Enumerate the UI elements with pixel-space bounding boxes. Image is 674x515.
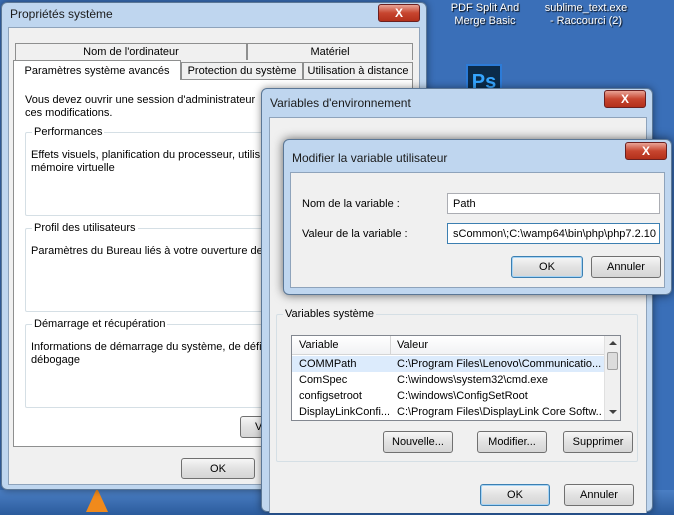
- close-icon: X: [394, 6, 403, 20]
- desktop-icon-sublime-label[interactable]: sublime_text.exe - Raccourci (2): [536, 2, 636, 28]
- system-properties-title: Propriétés système: [10, 7, 113, 21]
- edit-user-variable-cancel-button[interactable]: Annuler: [591, 256, 661, 278]
- user-profile-title: Profil des utilisateurs: [32, 222, 138, 234]
- row-name: COMMPath: [299, 358, 357, 370]
- row-value: C:\windows\ConfigSetRoot: [397, 390, 528, 402]
- environment-variables-ok-button[interactable]: OK: [480, 484, 550, 506]
- col-value[interactable]: Valeur: [397, 339, 428, 351]
- tab-system-protection[interactable]: Protection du système: [181, 62, 303, 79]
- variable-name-label: Nom de la variable :: [302, 198, 400, 210]
- environment-variables-cancel-label: Annuler: [580, 489, 618, 501]
- close-icon: X: [620, 92, 629, 106]
- row-name: ComSpec: [299, 374, 348, 386]
- system-variables-title: Variables système: [283, 308, 377, 320]
- startup-recovery-description: Informations de démarrage du système, de…: [31, 341, 262, 366]
- edit-user-variable-body: Nom de la variable : Path Valeur de la v…: [290, 172, 665, 288]
- table-row[interactable]: configsetroot C:\windows\ConfigSetRoot: [292, 388, 620, 404]
- edit-user-variable-dialog: Modifier la variable utilisateur X Nom d…: [283, 139, 672, 295]
- row-value: C:\Program Files\Lenovo\Communicatio...: [397, 358, 602, 370]
- tab-computer-name-label: Nom de l'ordinateur: [83, 46, 179, 58]
- performance-title: Performances: [32, 126, 105, 138]
- desktop-icon-pdf-split-label[interactable]: PDF Split And Merge Basic: [440, 2, 530, 28]
- close-icon: X: [641, 144, 650, 158]
- table-row[interactable]: COMMPath C:\Program Files\Lenovo\Communi…: [292, 356, 620, 372]
- tab-remote-label: Utilisation à distance: [307, 65, 409, 77]
- tab-computer-name[interactable]: Nom de l'ordinateur: [15, 43, 247, 60]
- environment-variables-title: Variables d'environnement: [270, 96, 411, 110]
- system-variables-group: Variables système Variable Valeur COMMPa…: [276, 308, 638, 462]
- scroll-up-icon[interactable]: [609, 341, 617, 345]
- list-scrollbar[interactable]: [604, 336, 620, 420]
- edit-user-variable-close-button[interactable]: X: [625, 142, 667, 160]
- tab-system-protection-label: Protection du système: [187, 65, 297, 77]
- performance-description: Effets visuels, planification du process…: [31, 149, 261, 174]
- row-value: C:\windows\system32\cmd.exe: [397, 374, 548, 386]
- variable-name-input[interactable]: Path: [447, 193, 660, 214]
- system-properties-close-button[interactable]: X: [378, 4, 420, 22]
- row-name: configsetroot: [299, 390, 362, 402]
- edit-variable-label: Modifier...: [488, 436, 536, 448]
- row-name: DisplayLinkConfi...: [299, 406, 389, 418]
- tab-hardware[interactable]: Matériel: [247, 43, 413, 60]
- table-row[interactable]: DisplayLinkConfi... C:\Program Files\Dis…: [292, 404, 620, 420]
- delete-variable-label: Supprimer: [572, 436, 624, 448]
- tab-hardware-label: Matériel: [310, 46, 350, 58]
- col-variable[interactable]: Variable: [299, 339, 339, 351]
- table-row[interactable]: ComSpec C:\windows\system32\cmd.exe: [292, 372, 620, 388]
- startup-recovery-title: Démarrage et récupération: [32, 318, 168, 330]
- tab-advanced-settings-label: Paramètres système avancés: [24, 64, 170, 77]
- scroll-thumb[interactable]: [607, 352, 618, 370]
- scroll-down-icon[interactable]: [609, 410, 617, 414]
- environment-variables-cancel-button[interactable]: Annuler: [564, 484, 634, 506]
- system-properties-ok-label: OK: [210, 462, 226, 475]
- tab-advanced-settings[interactable]: Paramètres système avancés: [13, 60, 181, 80]
- environment-variables-ok-label: OK: [507, 489, 523, 501]
- new-variable-button[interactable]: Nouvelle...: [383, 431, 453, 453]
- user-profile-description: Paramètres du Bureau liés à votre ouvert…: [31, 245, 263, 257]
- variable-value-input[interactable]: sCommon\;C:\wamp64\bin\php\php7.2.10: [447, 223, 660, 244]
- row-value: C:\Program Files\DisplayLink Core Softw.…: [397, 406, 602, 418]
- edit-user-variable-cancel-label: Annuler: [607, 261, 645, 273]
- variable-value-label: Valeur de la variable :: [302, 228, 408, 240]
- tab-remote[interactable]: Utilisation à distance: [303, 62, 413, 79]
- edit-user-variable-ok-label: OK: [539, 261, 555, 273]
- system-properties-ok-button[interactable]: OK: [181, 458, 255, 479]
- environment-variables-close-button[interactable]: X: [604, 90, 646, 108]
- delete-variable-button[interactable]: Supprimer: [563, 431, 633, 453]
- edit-user-variable-ok-button[interactable]: OK: [511, 256, 583, 278]
- edit-variable-button[interactable]: Modifier...: [477, 431, 547, 453]
- edit-user-variable-title: Modifier la variable utilisateur: [292, 151, 448, 165]
- vlc-icon[interactable]: [86, 488, 108, 512]
- list-header: Variable Valeur: [292, 336, 604, 355]
- new-variable-label: Nouvelle...: [392, 436, 444, 448]
- col-divider: [390, 336, 391, 355]
- system-variables-list[interactable]: Variable Valeur COMMPath C:\Program File…: [291, 335, 621, 421]
